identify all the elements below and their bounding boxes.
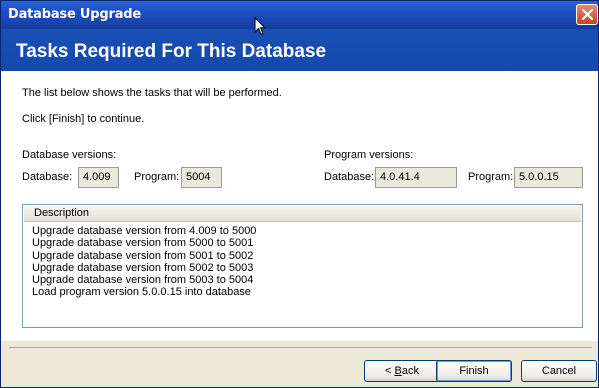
- window-title: Database Upgrade: [8, 7, 141, 22]
- db-program-field: 5004: [181, 167, 222, 188]
- mouse-cursor-icon: [254, 17, 266, 36]
- finish-button[interactable]: Finish: [436, 360, 512, 382]
- database-versions-label: Database versions:: [22, 149, 117, 161]
- db-database-field: 4.009: [78, 167, 119, 188]
- prog-program-label: Program:: [468, 171, 514, 183]
- back-button-prefix: <: [385, 365, 395, 377]
- intro-text-1: The list below shows the tasks that will…: [22, 87, 282, 99]
- back-button[interactable]: < Back: [364, 360, 440, 382]
- intro-text-2: Click [Finish] to continue.: [22, 113, 145, 125]
- description-column-header[interactable]: Description: [24, 206, 581, 222]
- list-item[interactable]: Load program version 5.0.0.15 into datab…: [32, 286, 256, 298]
- list-item[interactable]: Upgrade database version from 5001 to 50…: [32, 250, 256, 262]
- list-item[interactable]: Upgrade database version from 5002 to 50…: [32, 262, 256, 274]
- close-icon: [581, 8, 594, 21]
- db-program-label: Program:: [134, 171, 180, 183]
- prog-database-label: Database:: [324, 171, 375, 183]
- title-bar[interactable]: Database Upgrade: [1, 1, 598, 29]
- description-header-label: Description: [34, 207, 90, 219]
- list-item[interactable]: Upgrade database version from 5000 to 50…: [32, 237, 256, 249]
- prog-program-field: 5.0.0.15: [514, 167, 583, 188]
- back-button-rest: ack: [401, 365, 419, 377]
- cancel-button[interactable]: Cancel: [521, 360, 597, 382]
- database-upgrade-window: Database Upgrade Tasks Required For This…: [0, 0, 599, 388]
- program-versions-label: Program versions:: [324, 149, 414, 161]
- list-item[interactable]: Upgrade database version from 5003 to 50…: [32, 274, 256, 286]
- page-title: Tasks Required For This Database: [16, 41, 327, 62]
- db-database-label: Database:: [22, 171, 73, 183]
- back-button-mnemonic: B: [394, 365, 402, 377]
- tasks-list[interactable]: Description Upgrade database version fro…: [22, 204, 583, 328]
- prog-database-field: 4.0.41.4: [375, 167, 457, 188]
- footer-divider: [9, 347, 592, 348]
- close-button[interactable]: [576, 4, 598, 25]
- task-items: Upgrade database version from 4.009 to 5…: [32, 225, 256, 299]
- list-item[interactable]: Upgrade database version from 4.009 to 5…: [32, 225, 256, 237]
